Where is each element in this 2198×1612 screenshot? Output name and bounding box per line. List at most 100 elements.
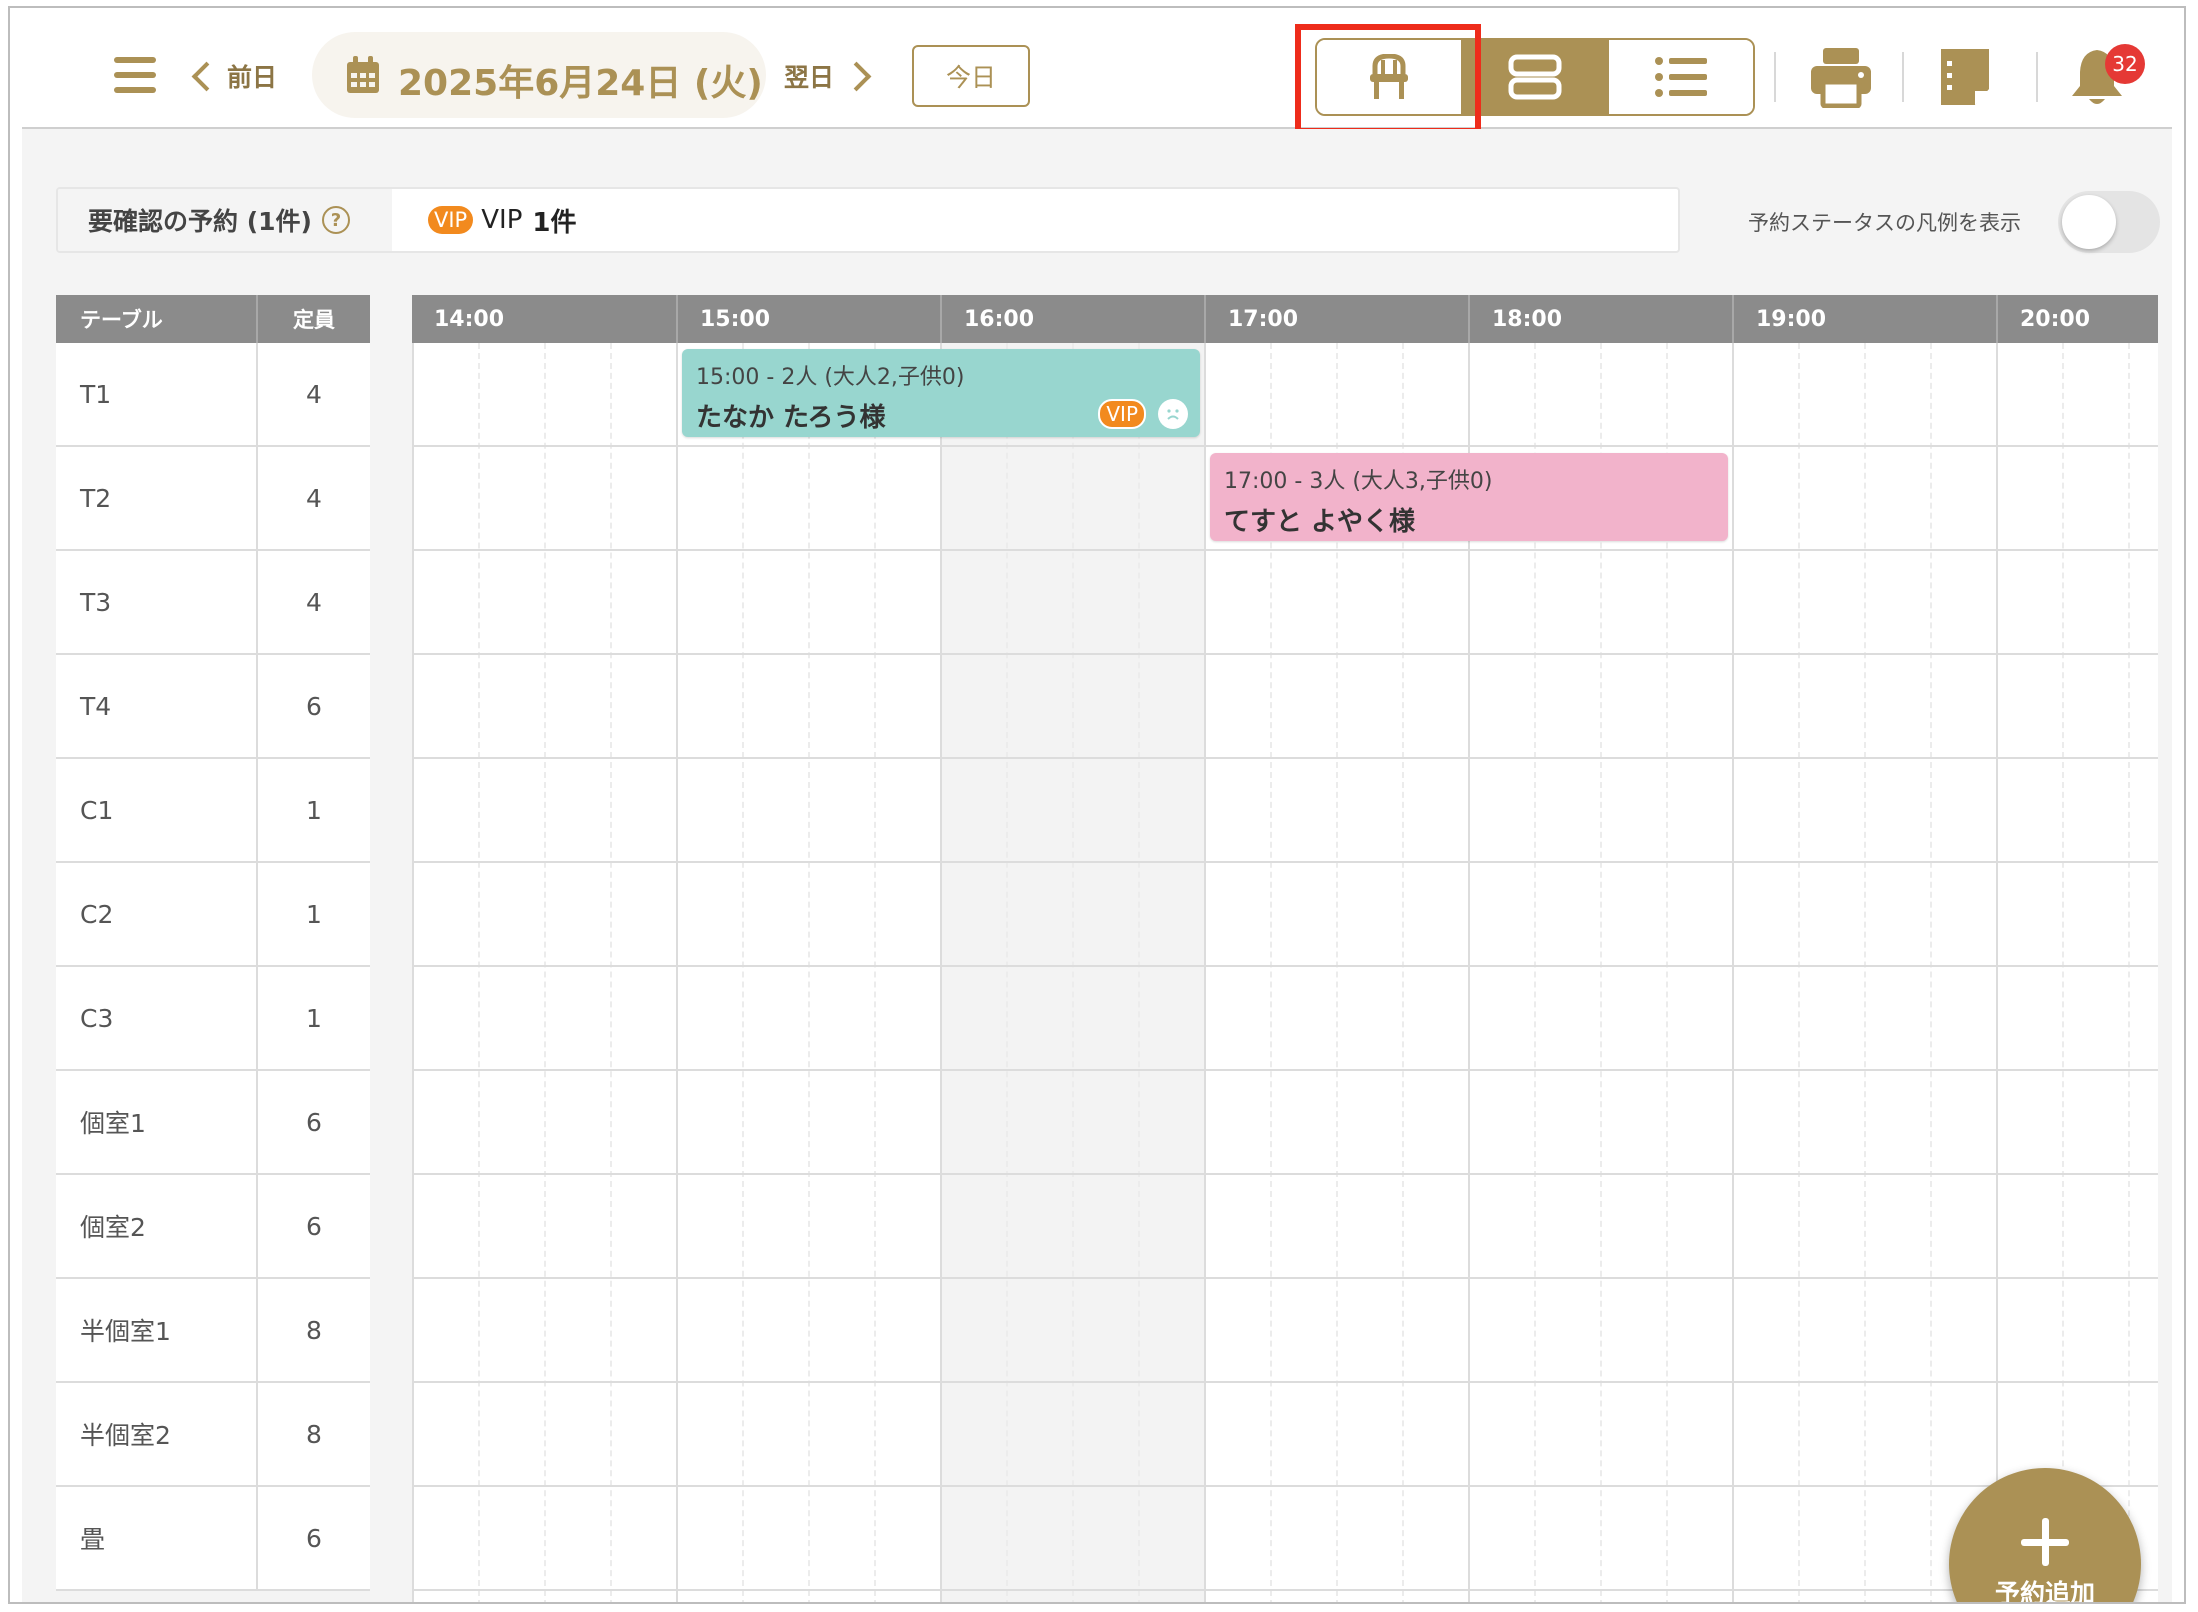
table-capacity: 8 [306,1315,322,1345]
next-day-label: 翌日 [784,63,835,92]
table-name: 個室1 [56,1071,258,1173]
main-content: 要確認の予約 (1件) ? VIP VIP 1件 予約ステータスの凡例を表示 テ… [22,129,2172,1604]
table-name: 半個室1 [56,1279,258,1381]
table-capacity: 1 [306,1003,322,1033]
table-seat-view-button[interactable] [1317,40,1461,114]
prev-day-button[interactable]: 前日 [190,54,277,98]
rows-icon [1508,54,1562,100]
vip-tag: VIP [428,206,474,234]
table-capacity: 6 [306,1107,322,1137]
today-button[interactable]: 今日 [912,45,1030,107]
row-gridline [412,861,2158,863]
hour-gridline [1996,343,1998,1602]
add-reservation-label: 予約追加 [1994,1579,2095,1604]
printer-icon [1811,48,1871,108]
table-row[interactable]: T1 4 [56,343,370,447]
table-list-header: テーブル 定員 [56,295,370,343]
table-row[interactable]: 畳6 [56,1487,370,1591]
legend-toggle[interactable] [2058,191,2160,253]
table-row[interactable]: T4 6 [56,655,370,759]
reservation-block[interactable]: 15:00 - 2人 (大人2,子供0) たなか たろう様 VIP [682,349,1200,437]
memo-button[interactable] [1930,42,2000,112]
hour-label: 17:00 [1204,295,1468,343]
pending-value-text: VIP [481,205,523,235]
table-list: テーブル 定員 T1 4 T2 4 T3 4 T4 6 C1 1 C2 1 C3 1 個室1 6 個室2 6 半個室… [56,295,370,1591]
hour-label: 15:00 [676,295,940,343]
table-row[interactable]: 半個室2 8 [56,1383,370,1487]
table-row[interactable]: 個室2 6 [56,1175,370,1279]
table-row[interactable]: 半個室1 8 [56,1279,370,1383]
table-name: T4 [56,655,258,757]
app-frame: 前日 2025年6月24日 (火) 翌日 今日 32 要確認の予約 (1件) ?… [8,6,2186,1604]
help-icon[interactable]: ? [321,206,350,234]
quarter-gridline [1864,343,1866,1602]
row-gridline [412,965,2158,967]
hour-gridline [412,343,414,1602]
table-name: C3 [56,967,258,1069]
plus-icon [2021,1518,2069,1566]
pending-label-cell: 要確認の予約 (1件) ? [58,189,392,251]
chevron-right-icon [841,61,872,91]
chevron-left-icon [191,61,222,91]
table-column-header: テーブル [56,295,258,343]
row-gridline [412,1381,2158,1383]
table-row[interactable]: C2 1 [56,863,370,967]
quarter-gridline [1006,343,1008,1602]
table-name: 個室2 [56,1175,258,1277]
table-capacity: 4 [306,587,322,617]
row-gridline [412,549,2158,551]
reservation-block[interactable]: 17:00 - 3人 (大人3,子供0) てすと よやく様 [1210,453,1728,541]
table-name: T2 [56,447,258,549]
table-capacity: 1 [306,795,322,825]
table-row[interactable]: 個室1 6 [56,1071,370,1175]
capacity-column-header: 定員 [293,308,335,332]
row-gridline [412,1485,2158,1487]
hour-gridline [676,343,678,1602]
prev-day-label: 前日 [227,63,278,92]
hour-label: 16:00 [940,295,1204,343]
date-picker[interactable]: 2025年6月24日 (火) [312,32,766,118]
timeline-view-button[interactable] [1461,40,1607,114]
hour-gridline [940,343,942,1602]
calendar-icon [347,56,379,93]
table-row[interactable]: C3 1 [56,967,370,1071]
quarter-gridline [808,343,810,1602]
row-gridline [412,1173,2158,1175]
list-view-button[interactable] [1607,40,1753,114]
row-gridline [412,445,2158,447]
table-name: C2 [56,863,258,965]
table-capacity: 6 [306,1211,322,1241]
table-row[interactable]: C1 1 [56,759,370,863]
pending-reservations-bar[interactable]: 要確認の予約 (1件) ? VIP VIP 1件 [56,187,1680,253]
table-capacity: 8 [306,1419,322,1449]
list-icon [1655,57,1707,97]
hour-gridline [1204,343,1206,1602]
print-button[interactable] [1806,42,1876,112]
table-capacity: 4 [306,483,322,513]
quarter-gridline [544,343,546,1602]
sad-face-icon [1158,399,1188,429]
row-gridline [412,1589,2158,1591]
timeline-grid[interactable]: 15:00 - 2人 (大人2,子供0) たなか たろう様 VIP 17:00 - 3… [412,343,2158,1602]
menu-icon[interactable] [114,55,158,95]
current-date: 2025年6月24日 (火) [398,63,763,104]
next-day-button[interactable]: 翌日 [784,54,872,98]
pending-label: 要確認の予約 (1件) [88,207,312,236]
reservation-icons: VIP [1098,399,1188,429]
table-name: T1 [56,343,258,445]
table-capacity: 4 [306,379,322,409]
row-gridline [412,1069,2158,1071]
toolbar-divider [2036,52,2038,102]
quarter-gridline [2128,343,2130,1602]
table-capacity: 1 [306,899,322,929]
top-toolbar: 前日 2025年6月24日 (火) 翌日 今日 32 [22,8,2172,134]
quarter-gridline [1798,343,1800,1602]
table-name: 半個室2 [56,1383,258,1485]
toggle-knob [2062,195,2116,249]
reservation-guest-name: てすと よやく様 [1224,507,1416,537]
reservation-timeline: 14:00 15:00 16:00 17:00 18:00 19:00 20:00 15:0… [412,295,2158,1602]
toolbar-divider [1902,52,1904,102]
table-row[interactable]: T3 4 [56,551,370,655]
table-row[interactable]: T2 4 [56,447,370,551]
quarter-gridline [1138,343,1140,1602]
